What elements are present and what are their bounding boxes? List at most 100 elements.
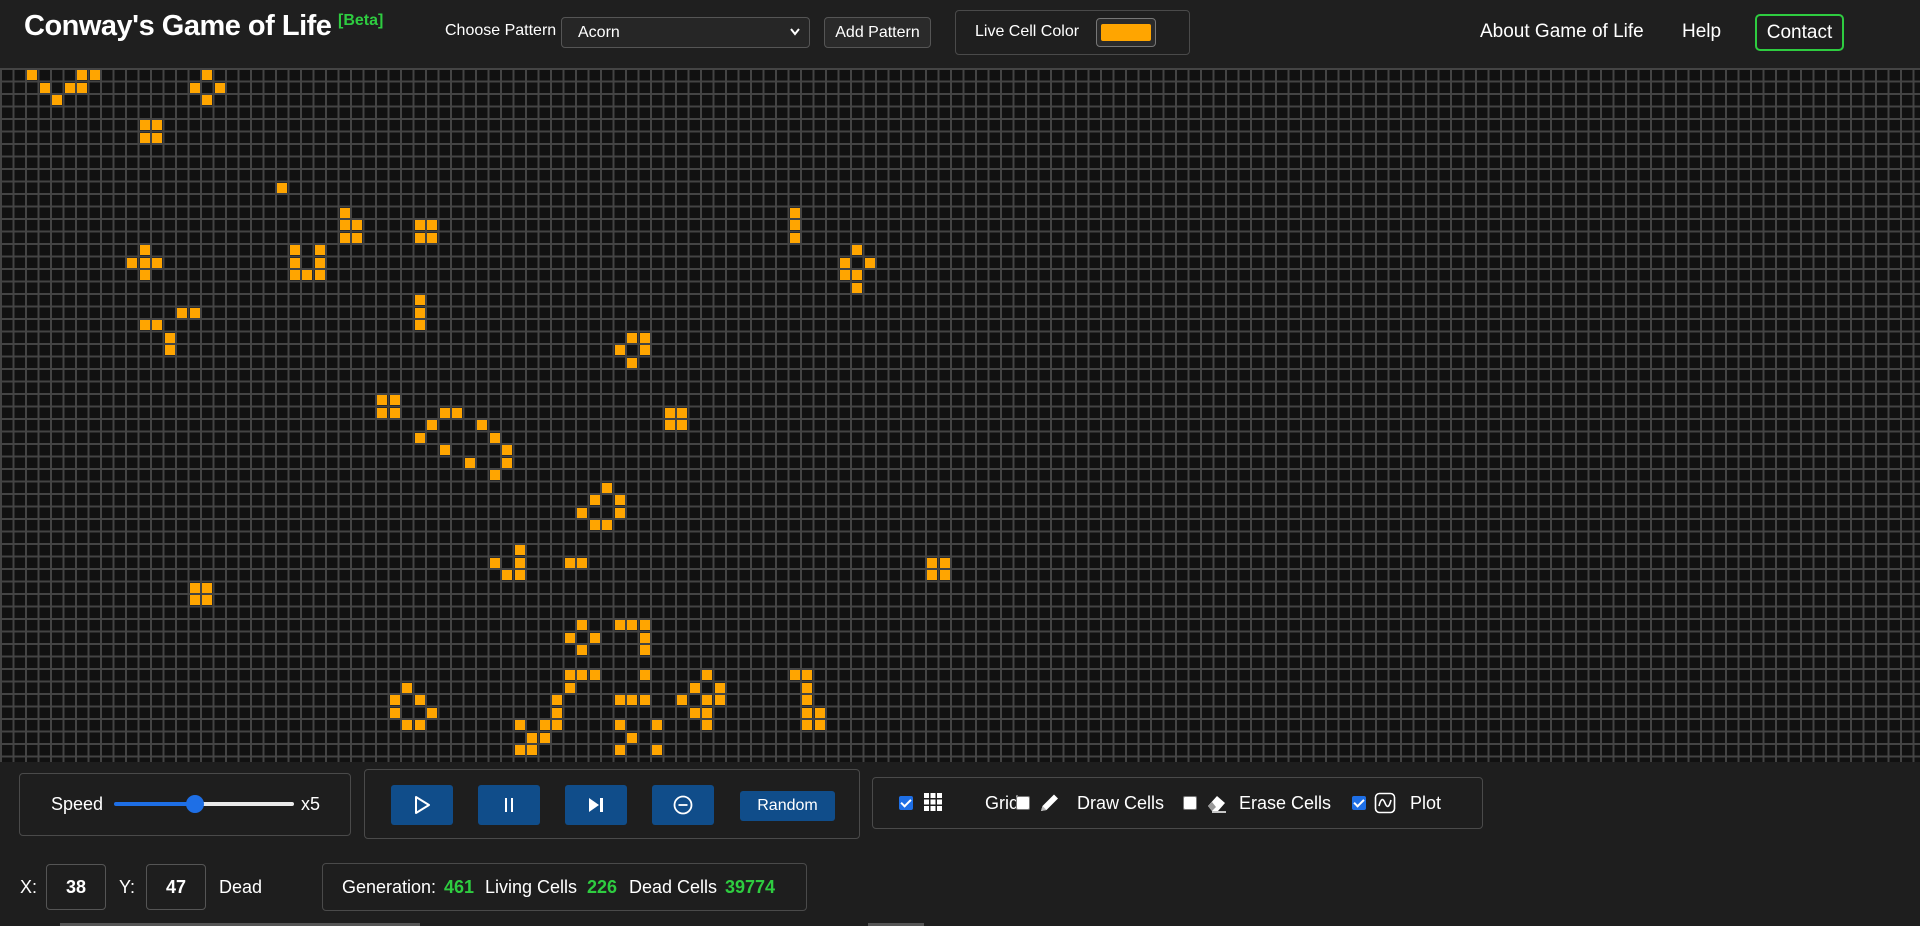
live-cell[interactable] <box>152 120 162 130</box>
live-cell[interactable] <box>277 182 287 193</box>
live-cell[interactable] <box>539 732 550 743</box>
live-cell[interactable] <box>639 645 650 655</box>
live-cell[interactable] <box>802 707 812 718</box>
live-cell[interactable] <box>602 482 612 493</box>
live-cell[interactable] <box>702 695 712 705</box>
live-cell[interactable] <box>339 220 350 230</box>
live-cell[interactable] <box>502 570 512 580</box>
live-cell[interactable] <box>539 720 550 730</box>
live-cell[interactable] <box>139 120 150 130</box>
live-cell[interactable] <box>839 270 850 280</box>
live-cell[interactable] <box>689 707 700 718</box>
game-board[interactable] <box>0 68 1920 762</box>
live-cell[interactable] <box>177 307 187 318</box>
slider-thumb[interactable] <box>186 795 204 813</box>
live-cell[interactable] <box>77 82 87 93</box>
live-cell[interactable] <box>152 257 162 268</box>
live-cell[interactable] <box>614 507 625 518</box>
live-cell[interactable] <box>514 570 525 580</box>
live-cell[interactable] <box>789 207 800 218</box>
live-cell[interactable] <box>577 557 587 568</box>
live-cell[interactable] <box>89 70 100 80</box>
live-cell[interactable] <box>339 207 350 218</box>
live-cell[interactable] <box>139 132 150 143</box>
live-cell[interactable] <box>589 632 600 643</box>
live-cell[interactable] <box>577 645 587 655</box>
live-cell[interactable] <box>639 695 650 705</box>
play-button[interactable] <box>391 785 453 825</box>
live-cell[interactable] <box>802 682 812 693</box>
live-cell[interactable] <box>639 345 650 355</box>
live-cell[interactable] <box>939 570 950 580</box>
live-cell[interactable] <box>514 745 525 755</box>
live-cell[interactable] <box>152 320 162 330</box>
nav-help-link[interactable]: Help <box>1682 21 1721 43</box>
live-cell[interactable] <box>589 495 600 505</box>
live-cell[interactable] <box>802 670 812 680</box>
pause-button[interactable] <box>478 785 540 825</box>
live-cell[interactable] <box>427 420 437 430</box>
live-cell[interactable] <box>589 520 600 530</box>
draw-cells-checkbox[interactable] <box>1016 796 1030 810</box>
live-cell[interactable] <box>564 670 575 680</box>
live-cell[interactable] <box>927 570 937 580</box>
live-cell[interactable] <box>577 507 587 518</box>
live-cell[interactable] <box>552 707 562 718</box>
live-cell[interactable] <box>427 232 437 243</box>
live-cell[interactable] <box>614 695 625 705</box>
live-cell[interactable] <box>27 70 37 80</box>
nav-about-link[interactable]: About Game of Life <box>1480 21 1644 43</box>
live-cell[interactable] <box>514 720 525 730</box>
live-cell[interactable] <box>614 620 625 630</box>
live-cell[interactable] <box>627 695 637 705</box>
live-cell[interactable] <box>489 432 500 443</box>
live-cell[interactable] <box>452 407 462 418</box>
live-cell[interactable] <box>702 720 712 730</box>
live-cell[interactable] <box>402 720 412 730</box>
live-cell[interactable] <box>214 82 225 93</box>
live-cell[interactable] <box>414 220 425 230</box>
add-pattern-button[interactable]: Add Pattern <box>824 17 931 48</box>
live-cell[interactable] <box>652 720 662 730</box>
live-cell[interactable] <box>139 270 150 280</box>
live-cell[interactable] <box>389 695 400 705</box>
live-cell[interactable] <box>639 632 650 643</box>
live-cell[interactable] <box>189 307 200 318</box>
live-cell[interactable] <box>389 395 400 405</box>
live-cell[interactable] <box>677 695 687 705</box>
live-cell[interactable] <box>602 520 612 530</box>
live-cell[interactable] <box>677 420 687 430</box>
live-cell[interactable] <box>414 320 425 330</box>
live-cell[interactable] <box>202 582 212 593</box>
live-cell[interactable] <box>414 295 425 305</box>
live-cell[interactable] <box>127 257 137 268</box>
live-cell[interactable] <box>514 557 525 568</box>
live-cell[interactable] <box>289 257 300 268</box>
random-button[interactable]: Random <box>740 791 835 821</box>
live-cell[interactable] <box>714 682 725 693</box>
live-cell[interactable] <box>614 495 625 505</box>
live-cell[interactable] <box>489 470 500 480</box>
live-cell[interactable] <box>289 245 300 255</box>
live-cell[interactable] <box>677 407 687 418</box>
live-cell[interactable] <box>852 270 862 280</box>
live-cell[interactable] <box>189 595 200 605</box>
live-cell[interactable] <box>139 245 150 255</box>
live-cell[interactable] <box>564 682 575 693</box>
step-button[interactable] <box>565 785 627 825</box>
clear-button[interactable] <box>652 785 714 825</box>
live-cell[interactable] <box>714 695 725 705</box>
live-cell[interactable] <box>689 682 700 693</box>
live-cell[interactable] <box>139 320 150 330</box>
live-cell[interactable] <box>639 620 650 630</box>
live-cell[interactable] <box>414 720 425 730</box>
live-cell[interactable] <box>527 745 537 755</box>
live-cell[interactable] <box>52 95 62 105</box>
live-cell[interactable] <box>664 420 675 430</box>
live-cell[interactable] <box>202 595 212 605</box>
live-cell[interactable] <box>552 695 562 705</box>
live-cell[interactable] <box>477 420 487 430</box>
live-cell[interactable] <box>627 732 637 743</box>
live-cell[interactable] <box>489 557 500 568</box>
live-cell[interactable] <box>652 745 662 755</box>
